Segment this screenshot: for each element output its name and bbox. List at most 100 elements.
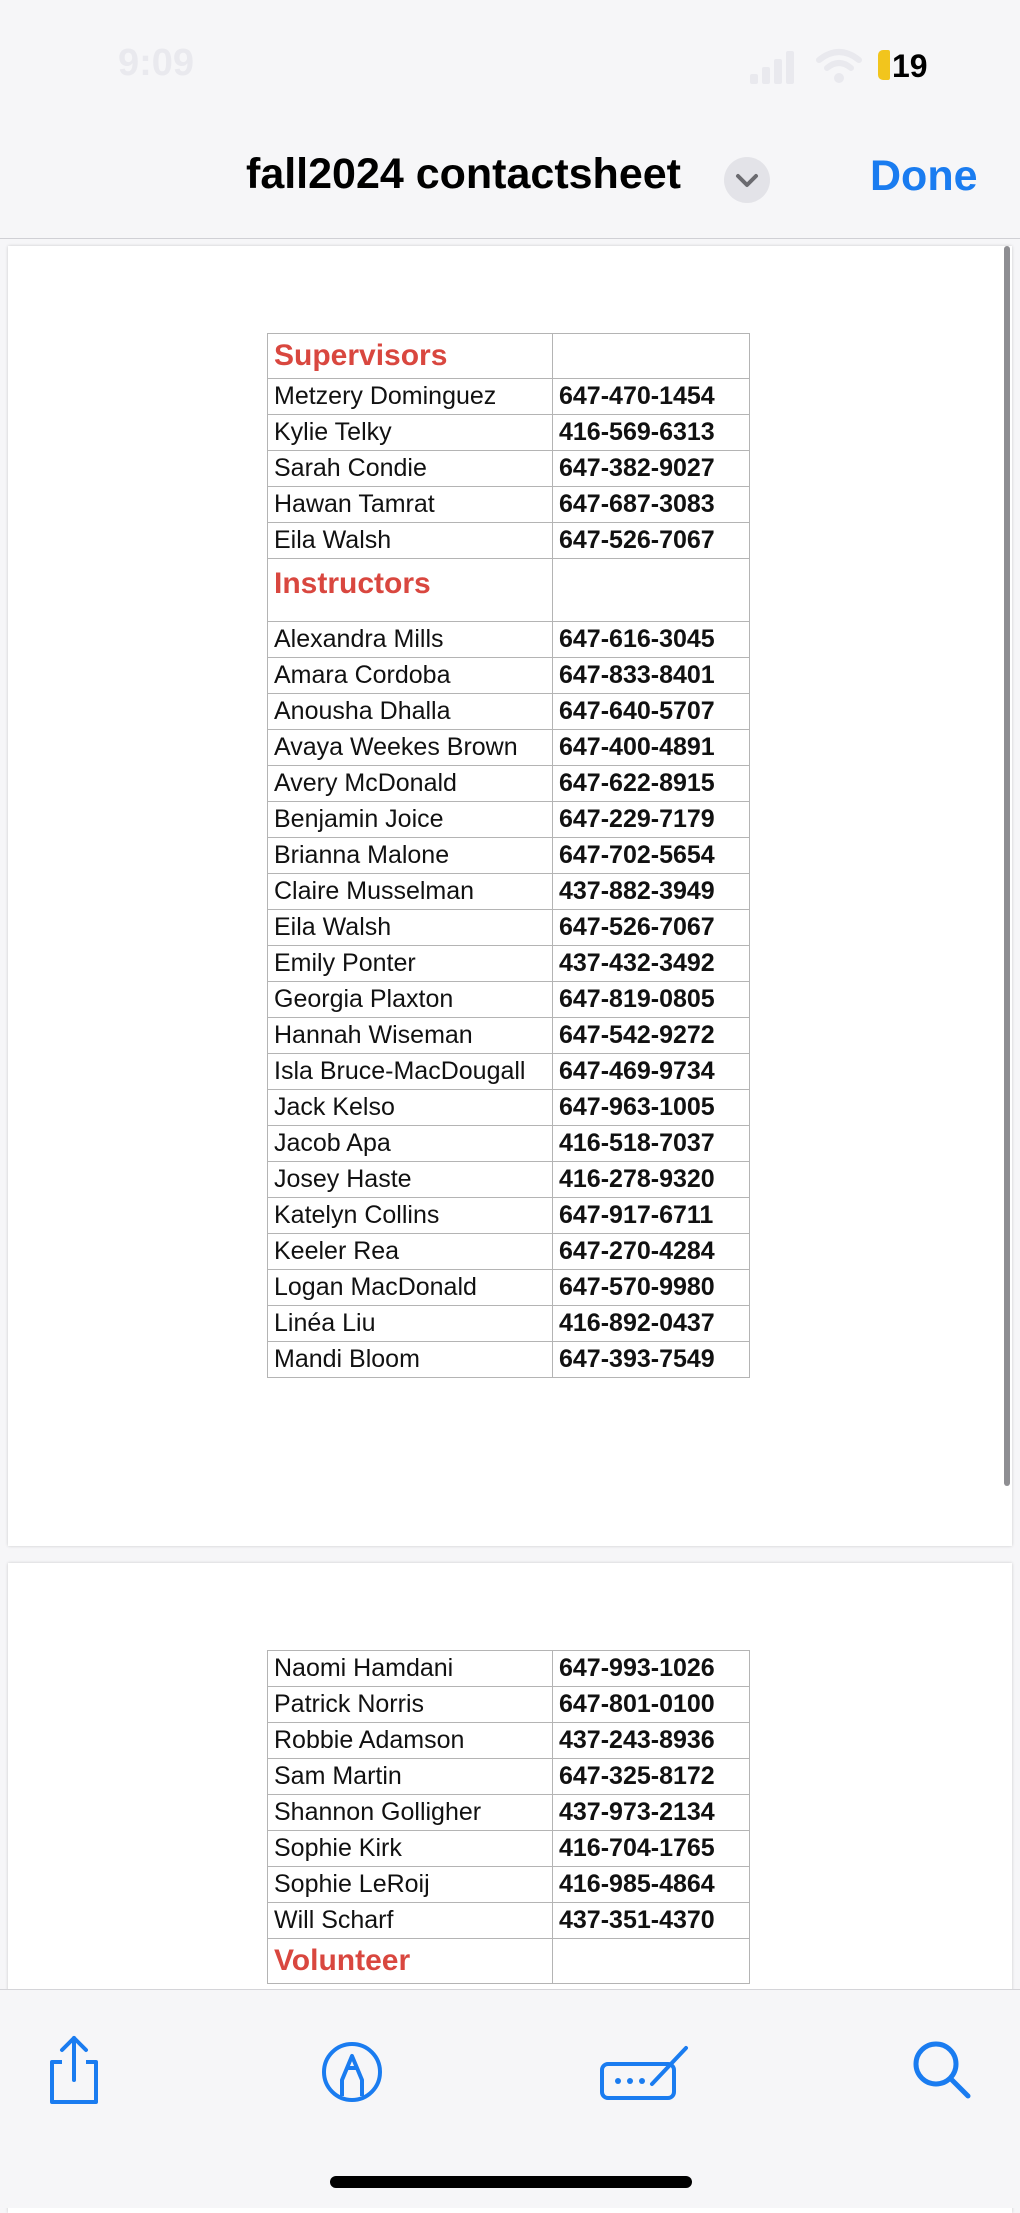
contact-phone: 647-570-9980: [552, 1269, 750, 1306]
contact-phone: 437-432-3492: [552, 945, 750, 982]
contact-name: Amara Cordoba: [267, 657, 553, 694]
share-icon: [50, 2036, 98, 2104]
table-row: Mandi Bloom 647-393-7549: [267, 1341, 750, 1378]
contact-phone: 647-640-5707: [552, 693, 750, 730]
table-row: Avaya Weekes Brown 647-400-4891: [267, 729, 750, 766]
battery-indicator: 19: [878, 46, 938, 84]
document-title[interactable]: fall2024 contactsheet: [246, 150, 681, 199]
table-row: Brianna Malone 647-702-5654: [267, 837, 750, 874]
contact-name: Hawan Tamrat: [267, 486, 553, 523]
markup-button[interactable]: [312, 2030, 392, 2110]
contact-name: Logan MacDonald: [267, 1269, 553, 1306]
contact-phone: 647-702-5654: [552, 837, 750, 874]
contact-phone: 647-687-3083: [552, 486, 750, 523]
contact-name: Eila Walsh: [267, 522, 553, 559]
contact-phone: 416-569-6313: [552, 414, 750, 451]
table-row: Alexandra Mills 647-616-3045: [267, 621, 750, 658]
table-row: Hannah Wiseman 647-542-9272: [267, 1017, 750, 1054]
contact-name: Katelyn Collins: [267, 1197, 553, 1234]
contact-phone: 647-469-9734: [552, 1053, 750, 1090]
table-row: Metzery Dominguez 647-470-1454: [267, 378, 750, 415]
contact-name: Sarah Condie: [267, 450, 553, 487]
section-heading-supervisors: Supervisors: [267, 333, 553, 379]
table-row: Will Scharf 437-351-4370: [267, 1902, 750, 1939]
contact-name: Will Scharf: [267, 1902, 553, 1939]
contact-phone: 437-351-4370: [552, 1902, 750, 1939]
contact-phone: 416-892-0437: [552, 1305, 750, 1342]
contact-name: Jacob Apa: [267, 1125, 553, 1162]
contact-name: Benjamin Joice: [267, 801, 553, 838]
contact-phone: 647-833-8401: [552, 657, 750, 694]
contact-phone: 647-963-1005: [552, 1089, 750, 1126]
contact-phone: 647-470-1454: [552, 378, 750, 415]
title-menu-button[interactable]: [724, 157, 770, 203]
table-row: Avery McDonald 647-622-8915: [267, 765, 750, 802]
table-row: Sam Martin 647-325-8172: [267, 1758, 750, 1795]
table-row: Linéa Liu 416-892-0437: [267, 1305, 750, 1342]
contact-name: Patrick Norris: [267, 1686, 553, 1723]
search-button[interactable]: [902, 2030, 982, 2110]
contact-table: Supervisors Metzery Dominguez 647-470-145…: [267, 333, 750, 1378]
contact-name: Naomi Hamdani: [267, 1650, 553, 1687]
contact-phone: 647-542-9272: [552, 1017, 750, 1054]
contact-phone: 647-382-9027: [552, 450, 750, 487]
contact-phone: 647-993-1026: [552, 1650, 750, 1687]
contact-phone: 416-985-4864: [552, 1866, 750, 1903]
contact-phone: 647-400-4891: [552, 729, 750, 766]
table-row: Logan MacDonald 647-570-9980: [267, 1269, 750, 1306]
signature-icon: [600, 2046, 688, 2100]
contact-phone: 416-704-1765: [552, 1830, 750, 1867]
contact-name: Linéa Liu: [267, 1305, 553, 1342]
table-row: Sarah Condie 647-382-9027: [267, 450, 750, 487]
contact-name: Emily Ponter: [267, 945, 553, 982]
markup-pen-icon: [322, 2042, 382, 2102]
signature-button[interactable]: [596, 2030, 696, 2110]
table-row: Shannon Golligher 437-973-2134: [267, 1794, 750, 1831]
contact-phone: 437-973-2134: [552, 1794, 750, 1831]
contact-name: Kylie Telky: [267, 414, 553, 451]
contact-phone: 647-622-8915: [552, 765, 750, 802]
contact-phone: 647-526-7067: [552, 909, 750, 946]
contact-name: Claire Musselman: [267, 873, 553, 910]
contact-name: Mandi Bloom: [267, 1341, 553, 1378]
table-row: Robbie Adamson 437-243-8936: [267, 1722, 750, 1759]
empty-cell: [552, 333, 750, 379]
table-row: Kylie Telky 416-569-6313: [267, 414, 750, 451]
empty-cell: [552, 1938, 750, 1984]
section-heading-volunteer: Volunteer: [267, 1938, 553, 1984]
table-row: Josey Haste 416-278-9320: [267, 1161, 750, 1198]
contact-phone: 647-270-4284: [552, 1233, 750, 1270]
contact-name: Brianna Malone: [267, 837, 553, 874]
contact-phone: 416-518-7037: [552, 1125, 750, 1162]
contact-name: Eila Walsh: [267, 909, 553, 946]
contact-name: Avery McDonald: [267, 765, 553, 802]
contact-name: Avaya Weekes Brown: [267, 729, 553, 766]
wifi-icon: [815, 48, 863, 89]
contact-name: Georgia Plaxton: [267, 981, 553, 1018]
contact-phone: 647-325-8172: [552, 1758, 750, 1795]
table-row: Patrick Norris 647-801-0100: [267, 1686, 750, 1723]
contact-phone: 647-393-7549: [552, 1341, 750, 1378]
empty-cell: [552, 558, 750, 622]
contact-name: Shannon Golligher: [267, 1794, 553, 1831]
table-row: Anousha Dhalla 647-640-5707: [267, 693, 750, 730]
contact-name: Robbie Adamson: [267, 1722, 553, 1759]
contact-name: Sophie LeRoij: [267, 1866, 553, 1903]
section-heading-instructors: Instructors: [267, 558, 553, 622]
section-row-volunteer: Volunteer: [267, 1938, 750, 1984]
done-button[interactable]: Done: [870, 152, 978, 201]
table-row: Naomi Hamdani 647-993-1026: [267, 1650, 750, 1687]
table-row: Emily Ponter 437-432-3492: [267, 945, 750, 982]
table-row: Benjamin Joice 647-229-7179: [267, 801, 750, 838]
battery-level-icon: [878, 50, 890, 80]
contact-name: Sophie Kirk: [267, 1830, 553, 1867]
share-button[interactable]: [34, 2030, 114, 2110]
contact-phone: 647-917-6711: [552, 1197, 750, 1234]
contact-name: Keeler Rea: [267, 1233, 553, 1270]
cellular-signal-icon: [750, 50, 798, 89]
table-row: Hawan Tamrat 647-687-3083: [267, 486, 750, 523]
document-page-1[interactable]: Supervisors Metzery Dominguez 647-470-145…: [8, 246, 1012, 1546]
contact-phone: 437-882-3949: [552, 873, 750, 910]
status-bar: 9:09 19: [0, 0, 1020, 130]
scroll-indicator[interactable]: [1004, 246, 1010, 1486]
